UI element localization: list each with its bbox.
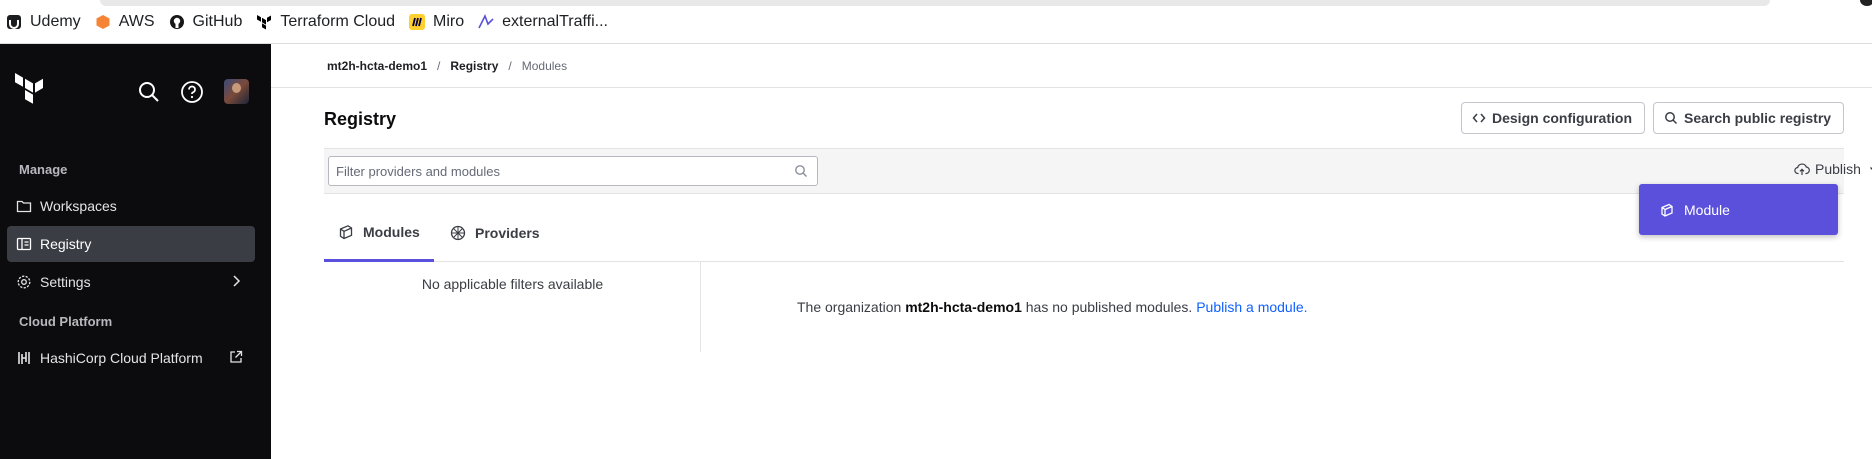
filter-input[interactable] — [328, 156, 818, 186]
bookmark-udemy[interactable]: Udemy — [6, 0, 81, 44]
filters-panel: No applicable filters available — [324, 262, 701, 352]
help-icon[interactable] — [180, 80, 204, 104]
module-icon — [338, 224, 354, 240]
code-icon — [1472, 111, 1486, 125]
breadcrumb-current: Modules — [521, 58, 568, 73]
search-public-registry-label: Search public registry — [1684, 110, 1832, 126]
cloud-upload-icon — [1794, 161, 1810, 177]
address-bar[interactable] — [100, 0, 1770, 6]
empty-suffix: has no published modules. — [1021, 299, 1197, 315]
bookmark-miro[interactable]: Miro — [409, 0, 464, 44]
bookmark-label: Udemy — [30, 12, 81, 30]
chevron-right-icon — [229, 274, 243, 288]
main-content: mt2h-hcta-demo1 / Registry / Modules Reg… — [271, 44, 1872, 459]
empty-prefix: The organization — [797, 299, 906, 315]
tab-label: Modules — [363, 223, 420, 240]
search-icon[interactable] — [137, 80, 161, 104]
provider-icon — [450, 225, 466, 241]
bookmark-label: GitHub — [192, 12, 243, 30]
breadcrumb-registry[interactable]: Registry — [450, 59, 498, 73]
sidebar-item-label: HashiCorp Cloud Platform — [40, 350, 203, 366]
chevron-down-icon — [1868, 163, 1872, 175]
bookmark-label: Terraform Cloud — [280, 12, 396, 30]
bookmark-label: Miro — [433, 12, 465, 30]
breadcrumb-separator: / — [437, 58, 441, 73]
bookmark-external-traffic[interactable]: externalTraffi... — [478, 0, 608, 44]
bookmark-terraform[interactable]: Terraform Cloud — [256, 0, 395, 44]
empty-state-message: The organization mt2h-hcta-demo1 has no … — [797, 299, 1308, 315]
search-public-registry-button[interactable]: Search public registry — [1653, 102, 1845, 134]
bookmark-label: externalTraffi... — [502, 12, 608, 30]
registry-tabs: Modules Providers — [324, 204, 1844, 262]
registry-icon — [16, 236, 32, 252]
sidebar-item-registry[interactable]: Registry — [7, 226, 255, 262]
aws-icon — [95, 14, 111, 30]
design-configuration-button[interactable]: Design configuration — [1461, 102, 1645, 134]
sidebar-item-workspaces[interactable]: Workspaces — [7, 188, 255, 224]
tab-modules[interactable]: Modules — [324, 204, 434, 262]
sidebar-item-hashicorp-cloud[interactable]: HashiCorp Cloud Platform — [7, 340, 255, 376]
bookmark-label: AWS — [118, 12, 155, 30]
publish-dropdown[interactable]: Publish — [1794, 161, 1872, 177]
breadcrumb-org[interactable]: mt2h-hcta-demo1 — [327, 59, 427, 73]
external-traffic-icon — [478, 13, 494, 30]
terraform-icon — [256, 14, 272, 30]
terraform-logo[interactable] — [14, 72, 46, 108]
sidebar-item-settings[interactable]: Settings — [7, 264, 255, 300]
search-icon — [794, 164, 808, 178]
page-title: Registry — [324, 109, 397, 129]
publish-module-link[interactable]: Publish a module. — [1196, 299, 1307, 315]
github-icon — [169, 14, 185, 30]
external-link-icon — [229, 350, 243, 364]
filter-bar: Publish — [324, 148, 1872, 194]
sidebar-item-label: Settings — [40, 274, 91, 290]
tab-label: Providers — [475, 225, 540, 241]
breadcrumb-separator: / — [508, 58, 512, 73]
publish-label: Publish — [1815, 161, 1861, 177]
design-configuration-label: Design configuration — [1492, 110, 1632, 126]
avatar[interactable] — [224, 79, 249, 104]
bookmark-aws[interactable]: AWS — [95, 0, 155, 44]
folder-icon — [16, 198, 32, 214]
gear-icon — [16, 274, 32, 290]
search-icon — [1664, 111, 1678, 125]
hashicorp-icon — [16, 350, 32, 366]
cloud-platform-heading: Cloud Platform — [19, 314, 113, 329]
empty-org: mt2h-hcta-demo1 — [905, 299, 1022, 315]
tab-providers[interactable]: Providers — [436, 204, 554, 262]
bookmarks-bar: Udemy AWS GitHub Terraform Cloud Miro ex… — [0, 0, 1872, 44]
profile-icon[interactable] — [1860, 0, 1872, 6]
bookmark-github[interactable]: GitHub — [169, 0, 243, 44]
udemy-icon — [6, 14, 22, 30]
miro-icon — [409, 13, 426, 30]
breadcrumb: mt2h-hcta-demo1 / Registry / Modules — [271, 44, 1872, 88]
sidebar-item-label: Workspaces — [40, 198, 117, 214]
sidebar-item-label: Registry — [40, 236, 92, 252]
manage-heading: Manage — [19, 162, 68, 177]
no-filters-text: No applicable filters available — [421, 276, 604, 292]
sidebar: Manage Workspaces Registry Settings Clou… — [0, 44, 271, 459]
